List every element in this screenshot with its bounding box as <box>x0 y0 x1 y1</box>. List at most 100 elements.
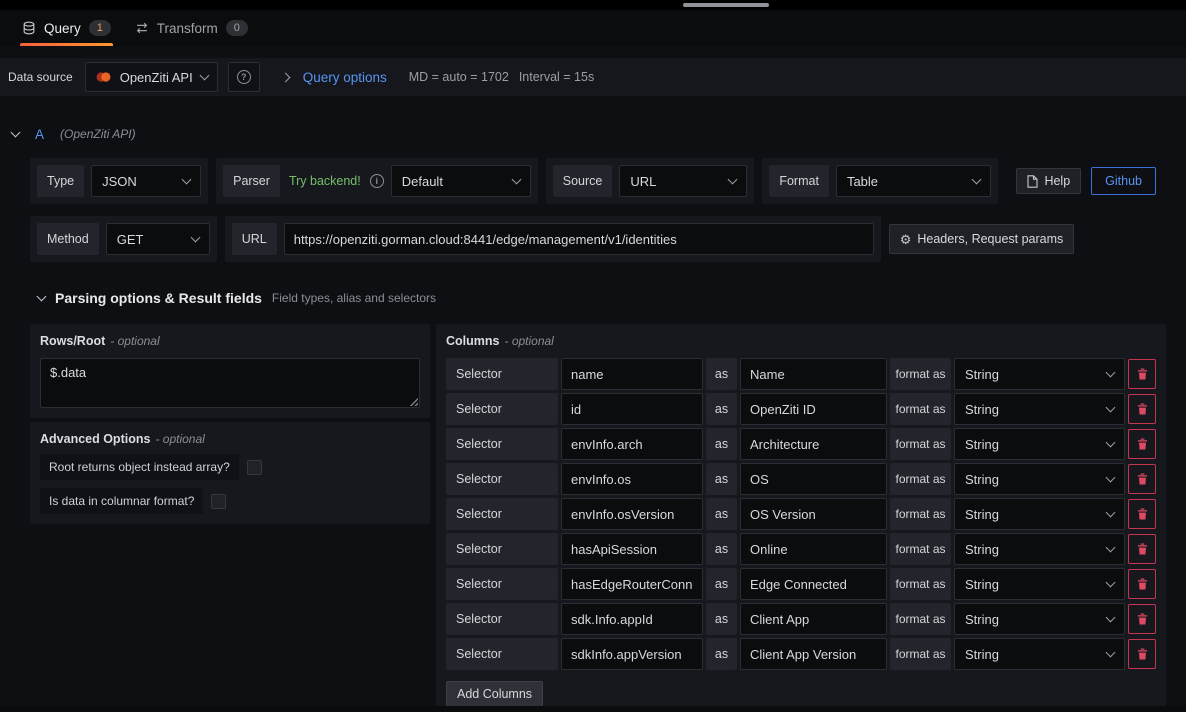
alias-input[interactable] <box>740 358 887 390</box>
delete-column-button[interactable] <box>1128 359 1156 389</box>
headers-button[interactable]: ⚙ Headers, Request params <box>889 224 1075 254</box>
query-options-row-1: Type JSON Parser Try backend! i Default … <box>30 158 1156 204</box>
source-select[interactable]: URL <box>619 165 747 197</box>
selector-input[interactable] <box>561 603 703 635</box>
rows-root-input[interactable]: $.data <box>40 358 420 408</box>
rows-root-title: Rows/Root <box>40 334 105 348</box>
delete-column-button[interactable] <box>1128 394 1156 424</box>
trash-icon <box>1137 403 1148 415</box>
trash-icon <box>1137 368 1148 380</box>
advanced-options-optional: - optional <box>155 432 204 446</box>
selector-label: Selector <box>446 428 558 460</box>
column-row: Selector as format as String <box>446 358 1156 390</box>
tab-transform-label: Transform <box>157 21 218 36</box>
chevron-down-icon <box>728 174 738 184</box>
try-backend-link[interactable]: Try backend! <box>289 174 361 188</box>
rows-root-input-wrap: $.data <box>40 358 420 408</box>
selector-input[interactable] <box>561 498 703 530</box>
url-input[interactable] <box>284 223 874 255</box>
openziti-logo-icon <box>95 70 112 84</box>
rows-root-panel: Rows/Root - optional $.data <box>30 324 430 418</box>
as-label: as <box>706 603 737 635</box>
parsing-left-column: Rows/Root - optional $.data Advanced Opt… <box>30 324 430 524</box>
type-field: Type JSON <box>30 158 208 204</box>
selector-input[interactable] <box>561 638 703 670</box>
transform-icon <box>135 21 149 35</box>
alias-input[interactable] <box>740 393 887 425</box>
add-columns-button[interactable]: Add Columns <box>446 681 543 707</box>
format-as-label: format as <box>890 358 951 390</box>
alias-input[interactable] <box>740 638 887 670</box>
selector-label: Selector <box>446 533 558 565</box>
rows-root-header: Rows/Root - optional <box>40 334 420 348</box>
trash-icon <box>1137 543 1148 555</box>
chevron-right-icon <box>280 72 290 82</box>
tab-transform[interactable]: Transform 0 <box>123 10 260 46</box>
github-button[interactable]: Github <box>1091 167 1156 195</box>
method-select[interactable]: GET <box>106 223 210 255</box>
datasource-help-button[interactable]: ? <box>228 62 260 92</box>
columns-rows: Selector as format as String Selector as… <box>446 358 1156 670</box>
column-format-select[interactable]: String <box>954 358 1125 390</box>
datasource-label: Data source <box>8 70 73 84</box>
delete-column-button[interactable] <box>1128 499 1156 529</box>
column-format-select[interactable]: String <box>954 463 1125 495</box>
selector-input[interactable] <box>561 428 703 460</box>
chevron-down-icon <box>1106 577 1116 587</box>
selector-input[interactable] <box>561 568 703 600</box>
selector-input[interactable] <box>561 533 703 565</box>
alias-input[interactable] <box>740 428 887 460</box>
datasource-picker[interactable]: OpenZiti API <box>85 62 218 92</box>
query-row-header[interactable]: A (OpenZiti API) <box>12 122 1156 146</box>
column-format-select[interactable]: String <box>954 638 1125 670</box>
column-format-select[interactable]: String <box>954 393 1125 425</box>
delete-column-button[interactable] <box>1128 569 1156 599</box>
format-as-label: format as <box>890 463 951 495</box>
column-format-select[interactable]: String <box>954 603 1125 635</box>
tab-query[interactable]: Query 1 <box>10 10 123 46</box>
parsing-section-header[interactable]: Parsing options & Result fields Field ty… <box>38 288 1156 308</box>
delete-column-button[interactable] <box>1128 534 1156 564</box>
alias-input[interactable] <box>740 463 887 495</box>
parser-select[interactable]: Default <box>391 165 531 197</box>
selector-input[interactable] <box>561 463 703 495</box>
help-button[interactable]: Help <box>1016 168 1081 194</box>
column-row: Selector as format as String <box>446 638 1156 670</box>
format-select[interactable]: Table <box>836 165 991 197</box>
columns-header: Columns - optional <box>446 334 1156 348</box>
advanced-option-row: Is data in columnar format? <box>40 488 420 514</box>
datasource-name: OpenZiti API <box>120 70 193 85</box>
alias-input[interactable] <box>740 568 887 600</box>
delete-column-button[interactable] <box>1128 639 1156 669</box>
delete-column-button[interactable] <box>1128 464 1156 494</box>
format-label: Format <box>769 165 829 197</box>
delete-column-button[interactable] <box>1128 429 1156 459</box>
trash-icon <box>1137 438 1148 450</box>
column-format-select[interactable]: String <box>954 533 1125 565</box>
selector-input[interactable] <box>561 393 703 425</box>
alias-input[interactable] <box>740 603 887 635</box>
root-object-checkbox[interactable] <box>247 460 262 475</box>
selector-input[interactable] <box>561 358 703 390</box>
selector-label: Selector <box>446 568 558 600</box>
source-field: Source URL <box>546 158 755 204</box>
rows-root-optional: - optional <box>110 334 159 348</box>
alias-input[interactable] <box>740 533 887 565</box>
advanced-option-row: Root returns object instead array? <box>40 454 420 480</box>
delete-column-button[interactable] <box>1128 604 1156 634</box>
column-format-select[interactable]: String <box>954 428 1125 460</box>
as-label: as <box>706 463 737 495</box>
type-select[interactable]: JSON <box>91 165 201 197</box>
alias-input[interactable] <box>740 498 887 530</box>
footer-strip <box>0 706 1186 712</box>
column-row: Selector as format as String <box>446 603 1156 635</box>
column-format-select[interactable]: String <box>954 498 1125 530</box>
column-row: Selector as format as String <box>446 428 1156 460</box>
chevron-down-icon <box>199 70 209 80</box>
as-label: as <box>706 428 737 460</box>
query-options-link[interactable]: Query options <box>303 70 387 85</box>
chevron-down-icon <box>1106 647 1116 657</box>
transform-count-badge: 0 <box>226 20 248 36</box>
columnar-checkbox[interactable] <box>211 494 226 509</box>
column-format-select[interactable]: String <box>954 568 1125 600</box>
